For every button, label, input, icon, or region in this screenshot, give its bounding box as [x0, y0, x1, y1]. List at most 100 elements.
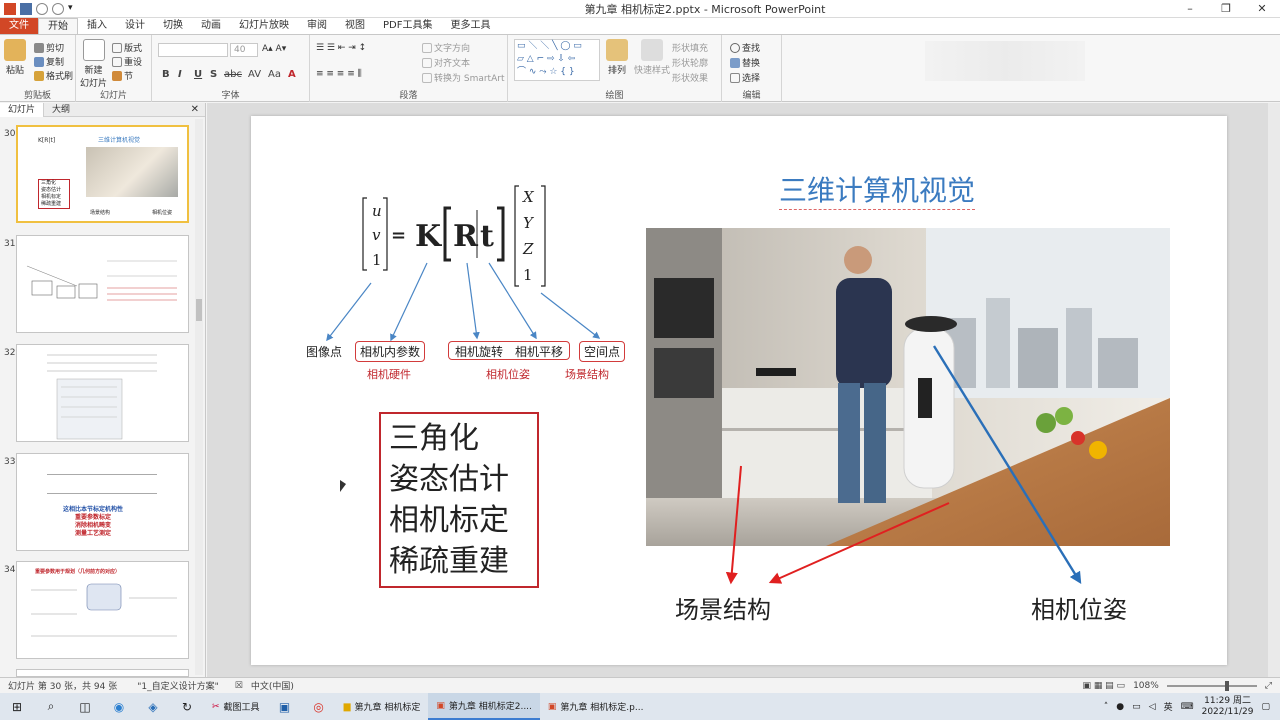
font-name-select[interactable] [158, 43, 228, 57]
keyboard-icon[interactable]: ⌨ [1181, 702, 1194, 712]
kitchen-robot-photo[interactable] [646, 228, 1170, 546]
align-text-button[interactable]: 对齐文本 [422, 56, 470, 69]
close-panel-icon[interactable]: ✕ [191, 104, 199, 115]
save-icon[interactable] [20, 2, 32, 15]
panel-scrollbar[interactable] [195, 119, 203, 675]
taskbar-app-snipping[interactable]: ✂ 截图工具 [204, 693, 268, 720]
maximize-button[interactable]: ❐ [1208, 0, 1244, 18]
slide-title[interactable]: 三维计算机视觉 [779, 169, 976, 210]
taskbar-app-ppt[interactable]: ▣ 第九章 相机标定.p... [540, 693, 652, 720]
tab-animations[interactable]: 动画 [192, 18, 230, 34]
shapes-gallery[interactable]: ▭ ＼ ＼ ╲ ◯ ▭ ▱ △ ⌐ ⇨ ⇩ ⇦ ⌒ ∿ ⤳ ☆ { } [514, 39, 600, 81]
edge-icon[interactable]: ◉ [102, 693, 136, 720]
clock-date: 2022/11/29 [1201, 706, 1254, 717]
taskbar-app-folder[interactable]: ▆ 第九章 相机标定 [336, 693, 429, 720]
paste-button[interactable]: 粘贴 [4, 39, 26, 76]
mic-icon[interactable]: ● [1116, 702, 1124, 712]
slide-thumbnail-33[interactable]: 这相比本节标定机构性 重要参数标定 消除相机畸变 测量工艺测定 [16, 453, 189, 551]
taskview-icon[interactable]: ◫ [68, 693, 102, 720]
char-spacing-button[interactable]: AV [248, 69, 261, 80]
notification-icon[interactable]: ▢ [1261, 702, 1270, 712]
drawing-group-label: 绘图 [605, 91, 624, 101]
slide-thumbnail-30[interactable]: 三维计算机视觉 K[R|t] 三角化 姿态估计 相机标定 稀疏重建 场景结构 相… [16, 125, 189, 223]
tab-file[interactable]: 文件 [0, 18, 38, 34]
tab-transitions[interactable]: 切换 [154, 18, 192, 34]
underline-button[interactable]: U [194, 69, 202, 80]
search-icon[interactable]: ⌕ [34, 693, 68, 720]
slide-canvas[interactable]: 三维计算机视觉 u v 1 = K R t X Y Z 1 图像点 相机内参数 … [251, 116, 1227, 665]
clock[interactable]: 11:29 周二 2022/11/29 [1202, 696, 1254, 718]
find-button[interactable]: 查找 [730, 41, 760, 54]
tab-pdf-tools[interactable]: PDF工具集 [374, 18, 441, 34]
new-slide-button[interactable]: 新建 幻灯片 [80, 39, 107, 89]
align-buttons[interactable]: ≡ ≡ ≡ ≡ ⫼ [316, 69, 362, 79]
task-calibration: 相机标定 [389, 503, 509, 538]
zoom-slider-thumb[interactable] [1224, 680, 1229, 691]
bullets-button[interactable]: ☰ ☰ ⇤ ⇥ ↕ [316, 43, 366, 53]
slide-thumbnail-35[interactable] [16, 669, 189, 677]
tasks-box[interactable]: 三角化 姿态估计 相机标定 稀疏重建 [379, 412, 539, 588]
shape-effects-button[interactable]: 形状效果 [672, 71, 708, 84]
chevron-up-icon[interactable]: ˄ [1104, 702, 1109, 712]
slide-thumbnail-32[interactable] [16, 344, 189, 442]
slide-editor: 三维计算机视觉 u v 1 = K R t X Y Z 1 图像点 相机内参数 … [207, 103, 1280, 677]
tab-review[interactable]: 审阅 [298, 18, 336, 34]
view-buttons[interactable]: ▣ ▦ ▤ ▭ [1082, 681, 1125, 691]
reset-button[interactable]: 重设 [112, 55, 142, 68]
redo-icon[interactable] [52, 2, 64, 15]
zoom-slider[interactable] [1166, 680, 1257, 691]
powerpoint-icon: ▣ [547, 701, 557, 712]
network-icon[interactable]: ▭ [1132, 702, 1141, 712]
tab-insert[interactable]: 插入 [78, 18, 116, 34]
refresh-icon[interactable]: ↻ [170, 693, 204, 720]
tab-outline[interactable]: 大纲 [44, 103, 78, 117]
volume-icon[interactable]: ◁ [1149, 702, 1156, 712]
quick-styles-button[interactable]: 快速样式 [634, 39, 670, 76]
language[interactable]: 中文(中国) [251, 679, 294, 692]
chrome-icon[interactable]: ◎ [302, 693, 336, 720]
app-icon[interactable]: ◈ [136, 693, 170, 720]
format-painter-button[interactable]: 格式刷 [34, 69, 73, 82]
fit-slide-icon[interactable]: ⤢ [1265, 681, 1272, 691]
font-size-select[interactable]: 40 [230, 43, 258, 57]
zoom-level[interactable]: 108% [1133, 681, 1159, 691]
spellcheck-icon[interactable]: ☒ [235, 681, 243, 691]
smartart-icon [422, 72, 432, 83]
tab-more-tools[interactable]: 更多工具 [441, 18, 499, 34]
smartart-button[interactable]: 转换为 SmartArt [422, 71, 504, 84]
ime-indicator[interactable]: 英 [1164, 700, 1173, 713]
undo-icon[interactable] [36, 2, 48, 15]
text-direction-button[interactable]: 文字方向 [422, 41, 470, 54]
tab-home[interactable]: 开始 [38, 18, 78, 34]
grow-font-button[interactable]: A▴ A▾ [262, 44, 286, 54]
close-button[interactable]: ✕ [1244, 0, 1280, 18]
layout-button[interactable]: 版式 [112, 41, 142, 54]
minimize-button[interactable]: – [1172, 0, 1208, 18]
select-button[interactable]: 选择 [730, 71, 760, 84]
slide-thumbnail-31[interactable] [16, 235, 189, 333]
bold-button[interactable]: B [162, 69, 170, 80]
customize-qat-icon[interactable]: ▾ [68, 3, 80, 15]
taskbar-app-ppt-active[interactable]: ▣ 第九章 相机标定2.... [428, 693, 540, 720]
shape-fill-button[interactable]: 形状填充 [672, 41, 708, 54]
tab-slideshow[interactable]: 幻灯片放映 [230, 18, 298, 34]
tab-slides[interactable]: 幻灯片 [0, 102, 45, 117]
shadow-button[interactable]: S [210, 69, 217, 80]
italic-button[interactable]: I [178, 69, 182, 80]
shape-outline-button[interactable]: 形状轮廓 [672, 56, 708, 69]
replace-button[interactable]: 替换 [730, 56, 760, 69]
font-color-button[interactable]: A [288, 69, 296, 80]
copy-button[interactable]: 复制 [34, 55, 64, 68]
arrange-button[interactable]: 排列 [606, 39, 628, 76]
tab-view[interactable]: 视图 [336, 18, 374, 34]
slide-thumbnail-34[interactable]: 重要参数用于规划（几何前方的对应） [16, 561, 189, 659]
app2-icon[interactable]: ▣ [268, 693, 302, 720]
section-button[interactable]: 节 [112, 69, 133, 82]
panel-scroll-thumb[interactable] [196, 299, 202, 321]
start-icon[interactable]: ⊞ [0, 693, 34, 720]
change-case-button[interactable]: Aa [268, 69, 281, 80]
strikethrough-button[interactable]: abc [224, 69, 242, 80]
tab-design[interactable]: 设计 [116, 18, 154, 34]
editor-scrollbar[interactable] [1268, 103, 1280, 677]
cut-button[interactable]: 剪切 [34, 41, 64, 54]
